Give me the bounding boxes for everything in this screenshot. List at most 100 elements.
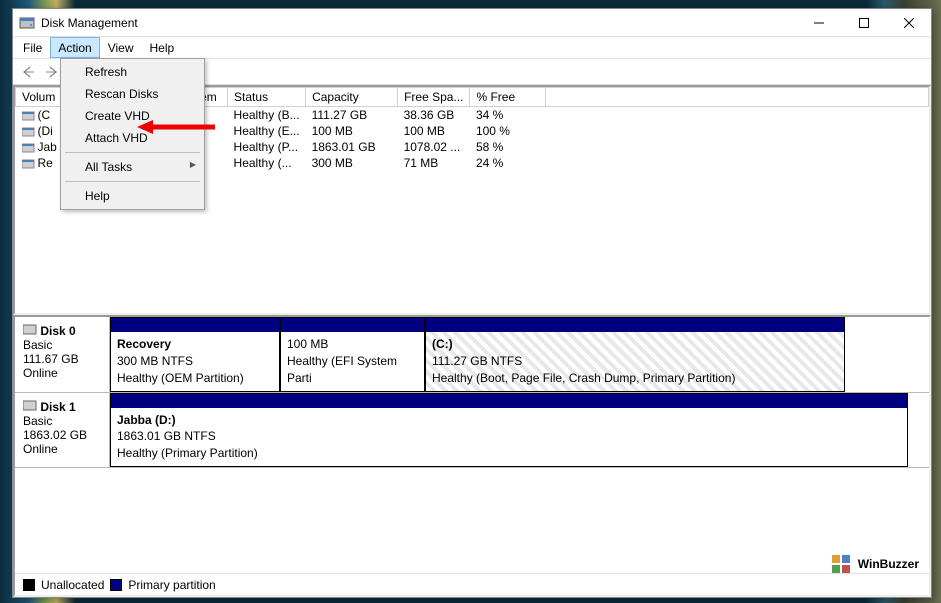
cell-pct: 58 %: [470, 139, 546, 155]
col-capacity[interactable]: Capacity: [306, 88, 398, 107]
close-button[interactable]: [886, 9, 931, 37]
cell-free: 100 MB: [398, 123, 470, 139]
disk-graphic-pane: Disk 0Basic111.67 GBOnlineRecovery300 MB…: [13, 315, 931, 597]
partition[interactable]: Recovery300 MB NTFSHealthy (OEM Partitio…: [110, 317, 280, 392]
disk-map: Recovery300 MB NTFSHealthy (OEM Partitio…: [110, 317, 929, 392]
partition-body: 100 MB Healthy (EFI System Parti: [281, 332, 424, 391]
partition-bar: [111, 394, 907, 408]
disk-icon: [23, 400, 37, 414]
col-volume-label: Volum: [22, 90, 55, 104]
disk-container: Disk 0Basic111.67 GBOnlineRecovery300 MB…: [15, 317, 929, 573]
volume-icon: [22, 142, 35, 153]
partition-title: Recovery: [117, 337, 171, 351]
col-status-label: Status: [234, 90, 268, 104]
disk-icon: [23, 324, 37, 338]
disk-name: Disk 1: [40, 400, 75, 414]
disk-mgmt-icon: [19, 15, 35, 31]
watermark-text: WinBuzzer: [858, 557, 919, 571]
window-title: Disk Management: [41, 16, 796, 30]
cell-pct: 100 %: [470, 123, 546, 139]
legend: Unallocated Primary partition: [15, 573, 929, 595]
disk-type: Basic: [23, 414, 52, 428]
cell-capacity: 300 MB: [306, 155, 398, 171]
menu-help-label: Help: [150, 41, 175, 55]
menu-action[interactable]: Action: [50, 37, 99, 58]
action-refresh-label: Refresh: [85, 65, 127, 79]
partition-size: 100 MB: [287, 337, 328, 351]
legend-unallocated-label: Unallocated: [41, 578, 104, 592]
cell-capacity: 100 MB: [306, 123, 398, 139]
partition-title: (C:): [432, 337, 453, 351]
partition-health: Healthy (Primary Partition): [117, 446, 258, 460]
col-pct[interactable]: % Free: [470, 88, 546, 107]
col-volume[interactable]: Volum: [16, 88, 63, 107]
legend-primary-label: Primary partition: [128, 578, 215, 592]
cell-free: 38.36 GB: [398, 107, 470, 124]
disk-type: Basic: [23, 338, 52, 352]
minimize-button[interactable]: [796, 9, 841, 37]
menu-view-label: View: [108, 41, 134, 55]
partition-body: (C:)111.27 GB NTFSHealthy (Boot, Page Fi…: [426, 332, 844, 391]
cell-pct: 24 %: [470, 155, 546, 171]
disk-size: 1863.02 GB: [23, 428, 87, 442]
watermark: WinBuzzer: [830, 553, 919, 575]
action-refresh[interactable]: Refresh: [63, 61, 202, 83]
disk-label[interactable]: Disk 0Basic111.67 GBOnline: [15, 317, 110, 392]
cell-capacity: 111.27 GB: [306, 107, 398, 124]
action-rescan-label: Rescan Disks: [85, 87, 158, 101]
swatch-primary: [110, 579, 122, 591]
col-free-label: Free Spa...: [404, 90, 463, 104]
action-help[interactable]: Help: [63, 185, 202, 207]
disk-row: Disk 1Basic1863.02 GBOnline Jabba (D:) 186…: [15, 393, 929, 469]
disk-map: Jabba (D:) 1863.01 GB NTFS Healthy (Primar…: [110, 393, 929, 468]
menu-help[interactable]: Help: [142, 37, 183, 58]
menubar: File Action View Help Refresh Rescan Dis…: [13, 37, 931, 59]
cell-free: 71 MB: [398, 155, 470, 171]
action-help-label: Help: [85, 189, 110, 203]
nav-back-button[interactable]: [17, 61, 39, 83]
volume-icon: [22, 110, 35, 121]
swatch-unallocated: [23, 579, 35, 591]
partition-size: 1863.01 GB NTFS: [117, 429, 216, 443]
partition-bar: [426, 318, 844, 332]
volume-icon: [22, 158, 35, 169]
partition[interactable]: (C:)111.27 GB NTFSHealthy (Boot, Page Fi…: [425, 317, 845, 392]
disk-name: Disk 0: [40, 324, 75, 338]
disk-row: Disk 0Basic111.67 GBOnlineRecovery300 MB…: [15, 317, 929, 393]
cell-volume: Re: [16, 155, 63, 171]
menu-action-label: Action: [58, 41, 91, 55]
partition-body: Jabba (D:) 1863.01 GB NTFS Healthy (Primar…: [111, 408, 907, 467]
menu-file[interactable]: File: [15, 37, 50, 58]
cell-pct: 34 %: [470, 107, 546, 124]
partition-health: Healthy (OEM Partition): [117, 371, 244, 385]
partition-bar: [281, 318, 424, 332]
menu-file-label: File: [23, 41, 42, 55]
partition-health: Healthy (EFI System Parti: [287, 354, 397, 385]
cell-capacity: 1863.01 GB: [306, 139, 398, 155]
dropdown-separator: [65, 181, 200, 182]
cell-status: Healthy (...: [228, 155, 306, 171]
col-blank: [546, 88, 929, 107]
cell-volume: (Di: [16, 123, 63, 139]
cell-status: Healthy (E...: [228, 123, 306, 139]
dropdown-separator: [65, 152, 200, 153]
partition-size: 111.27 GB NTFS: [432, 354, 522, 368]
partition[interactable]: 100 MB Healthy (EFI System Parti: [280, 317, 425, 392]
partition[interactable]: Jabba (D:) 1863.01 GB NTFS Healthy (Primar…: [110, 393, 908, 468]
col-capacity-label: Capacity: [312, 90, 359, 104]
disk-label[interactable]: Disk 1Basic1863.02 GBOnline: [15, 393, 110, 468]
partition-bar: [111, 318, 279, 332]
annotation-arrow-icon: [137, 117, 217, 137]
disk-state: Online: [23, 442, 58, 456]
partition-title: Jabba (D:): [117, 413, 176, 427]
col-status[interactable]: Status: [228, 88, 306, 107]
action-all-tasks[interactable]: All Tasks: [63, 156, 202, 178]
col-free[interactable]: Free Spa...: [398, 88, 470, 107]
disk-state: Online: [23, 366, 58, 380]
cell-status: Healthy (P...: [228, 139, 306, 155]
menu-view[interactable]: View: [100, 37, 142, 58]
action-rescan[interactable]: Rescan Disks: [63, 83, 202, 105]
maximize-button[interactable]: [841, 9, 886, 37]
disk-size: 111.67 GB: [23, 352, 79, 366]
cell-volume: Jab: [16, 139, 63, 155]
